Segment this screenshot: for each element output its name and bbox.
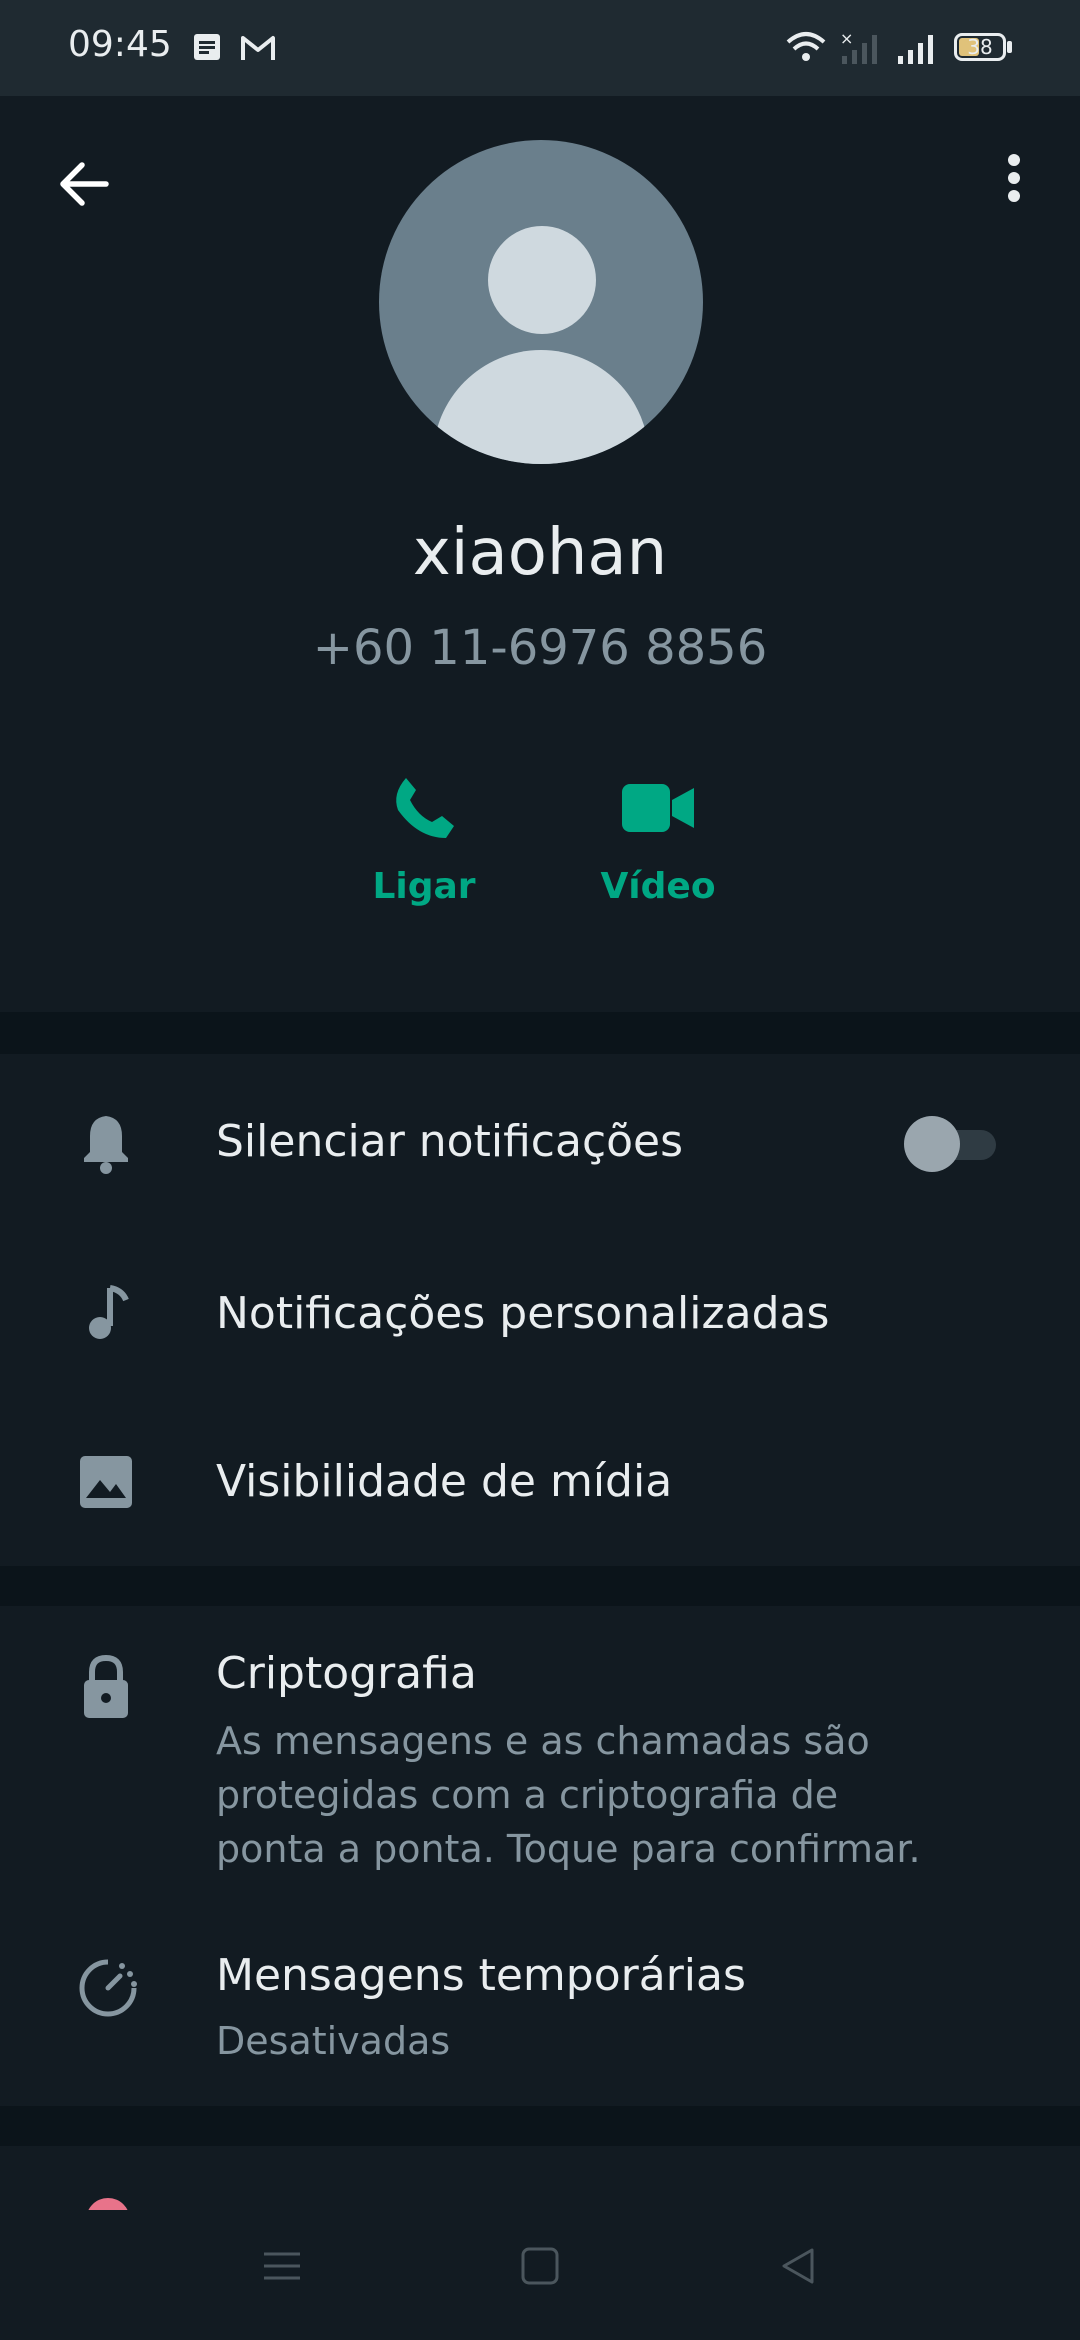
more-options-icon[interactable] [996,150,1032,220]
toggle-knob [904,1116,960,1172]
custom-notifications-title: Notificações personalizadas [216,1288,830,1339]
notes-icon [194,34,220,60]
status-bar: 09:45 × 38 [0,0,1080,96]
disappearing-messages-status: Desativadas [216,2019,451,2063]
bell-icon [84,1116,128,1174]
contact-avatar[interactable] [379,140,703,464]
battery-level: 38 [967,35,993,59]
svg-text:×: × [840,30,853,48]
phone-icon [396,778,454,838]
timer-icon [79,1959,137,2017]
avatar-body [433,350,649,464]
custom-notifications-row[interactable]: Notificações personalizadas [0,1230,1080,1400]
home-icon[interactable] [520,2246,560,2286]
back-arrow-icon[interactable] [52,152,116,216]
avatar-head [488,226,596,334]
battery-nub [1007,41,1012,53]
call-button[interactable]: Ligar [344,768,504,907]
video-label: Vídeo [600,866,716,907]
lock-icon [84,1654,128,1718]
image-icon [80,1456,132,1508]
encryption-title: Criptografia [216,1648,477,1699]
section-divider-2 [0,1566,1080,1606]
mute-notifications-title: Silenciar notificações [216,1116,684,1167]
gmail-icon [241,36,275,60]
status-time: 09:45 [68,24,172,65]
battery-icon: 38 [954,33,1006,61]
encryption-row[interactable]: Criptografia As mensagens e as chamadas … [0,1606,1080,1906]
section-divider-3 [0,2106,1080,2146]
system-nav-bar [0,2210,1080,2340]
wifi-icon [786,32,826,61]
back-nav-icon[interactable] [778,2246,818,2286]
video-button[interactable]: Vídeo [578,768,738,907]
contact-phone: +60 11-6976 8856 [312,620,768,676]
media-visibility-row[interactable]: Visibilidade de mídia [0,1400,1080,1566]
call-label: Ligar [372,866,476,907]
music-note-icon [89,1285,129,1339]
mute-toggle[interactable] [900,1116,1000,1172]
disappearing-messages-title: Mensagens temporárias [216,1950,746,2001]
contact-name: xiaohan [412,516,668,590]
recent-apps-icon[interactable] [262,2246,302,2286]
disappearing-messages-row[interactable]: Mensagens temporárias Desativadas [0,1906,1080,2106]
section-divider [0,1012,1080,1054]
no-signal-icon: × [840,30,877,64]
encryption-line-2: protegidas com a criptografia de [216,1773,839,1817]
media-visibility-title: Visibilidade de mídia [216,1456,673,1507]
encryption-line-3: ponta a ponta. Toque para confirmar. [216,1827,921,1871]
video-icon [622,784,694,832]
signal-icon [898,35,933,64]
encryption-line-1: As mensagens e as chamadas são [216,1719,870,1763]
